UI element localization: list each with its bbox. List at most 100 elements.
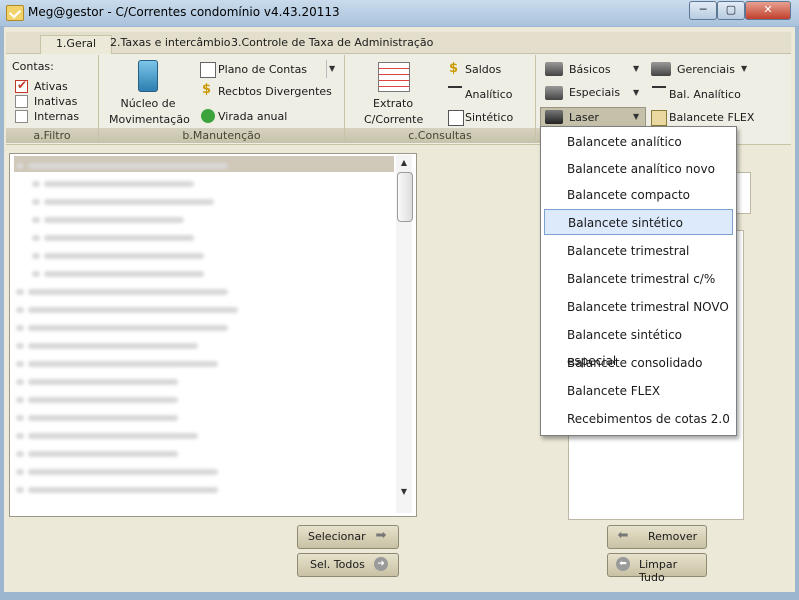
scroll-down-button[interactable]: ▼ <box>397 485 411 499</box>
tree-node-icon[interactable] <box>16 487 24 493</box>
group-label-manutencao: b.Manutenção <box>99 128 344 143</box>
tree-row-blurred-text[interactable] <box>44 199 214 205</box>
menu-item-balancete-trimestral[interactable]: Balancete trimestral <box>544 238 733 264</box>
menu-item-balancete-trimestral-pct[interactable]: Balancete trimestral c/% <box>544 266 733 292</box>
tree-node-icon[interactable] <box>16 451 24 457</box>
menu-item-balancete-sintetico[interactable]: Balancete sintético <box>544 209 733 235</box>
menu-item-balancete-trimestral-novo[interactable]: Balancete trimestral NOVO <box>544 294 733 320</box>
tab-taxas[interactable]: 2.Taxas e intercâmbio <box>106 35 235 53</box>
tree-node-icon[interactable] <box>16 397 24 403</box>
sintetico-button[interactable]: Sintético <box>465 111 513 124</box>
menu-item-balancete-consolidado[interactable]: Balancete consolidado <box>544 350 733 376</box>
plano-dropdown-arrow[interactable]: ▼ <box>329 64 335 73</box>
menu-item-balancete-flex[interactable]: Balancete FLEX <box>544 378 733 404</box>
tree-node-icon[interactable] <box>32 181 40 187</box>
tree-row-blurred-text[interactable] <box>28 163 228 169</box>
arrow-right-icon: ➡ <box>375 528 387 543</box>
gerenciais-dropdown-arrow[interactable]: ▼ <box>741 64 747 73</box>
tree-row-blurred-text[interactable] <box>44 217 184 223</box>
nucleo-line2[interactable]: Movimentação <box>109 113 190 126</box>
tree-row-blurred-text[interactable] <box>44 181 194 187</box>
tree-row-blurred-text[interactable] <box>28 289 228 295</box>
saldos-button[interactable]: Saldos <box>465 63 501 76</box>
menu-item-recebimentos-cotas[interactable]: Recebimentos de cotas 2.0 <box>544 406 733 432</box>
basicos-button[interactable]: Básicos <box>569 63 611 76</box>
tree-row-blurred-text[interactable] <box>44 271 204 277</box>
ativas-checkbox[interactable]: ✔ <box>15 78 28 93</box>
menu-item-balancete-sintetico-especial[interactable]: Balancete sintético especial <box>544 322 733 368</box>
tree-row-blurred-text[interactable] <box>28 415 178 421</box>
tree-node-icon[interactable] <box>16 379 24 385</box>
horizontal-scroll-track[interactable] <box>12 503 396 513</box>
tree-row-blurred-text[interactable] <box>28 433 198 439</box>
internas-checkbox[interactable] <box>15 110 28 123</box>
tree-row-blurred-text[interactable] <box>28 379 178 385</box>
tree-node-icon[interactable] <box>32 199 40 205</box>
remover-button[interactable]: ⬅ Remover <box>607 525 707 549</box>
basicos-dropdown-arrow[interactable]: ▼ <box>633 64 639 73</box>
tree-row-blurred-text[interactable] <box>44 253 204 259</box>
dollar-icon: $ <box>449 61 459 76</box>
inativas-checkbox[interactable] <box>15 95 28 108</box>
tab-geral[interactable]: 1.Geral <box>40 35 112 54</box>
bal-analitico-button[interactable]: Bal. Analítico <box>669 88 741 101</box>
scroll-up-button[interactable]: ▲ <box>397 156 411 170</box>
balancete-flex-button[interactable]: Balancete FLEX <box>669 111 754 124</box>
menu-item-balancete-analitico-novo[interactable]: Balancete analítico novo <box>544 156 733 182</box>
especiais-button[interactable]: Especiais <box>569 86 620 99</box>
especiais-dropdown-arrow[interactable]: ▼ <box>633 88 639 97</box>
list-icon <box>448 86 462 98</box>
tab-controle-taxa[interactable]: 3.Controle de Taxa de Administração <box>227 35 437 53</box>
limpar-tudo-button[interactable]: ⬅ Limpar Tudo <box>607 553 707 584</box>
extrato-line1[interactable]: Extrato <box>373 97 413 110</box>
tree-row-blurred-text[interactable] <box>28 325 228 331</box>
tree-node-icon[interactable] <box>32 271 40 277</box>
tree-node-icon[interactable] <box>16 325 24 331</box>
menu-item-balancete-compacto[interactable]: Balancete compacto <box>544 182 733 208</box>
minimize-button[interactable]: ─ <box>689 1 717 20</box>
tree-node-icon[interactable] <box>16 289 24 295</box>
tree-row-blurred-text[interactable] <box>28 487 218 493</box>
printer-icon <box>651 62 671 76</box>
close-button[interactable]: ✕ <box>745 1 791 20</box>
tree-node-icon[interactable] <box>16 433 24 439</box>
sel-todos-button[interactable]: Sel. Todos ➜ <box>297 553 399 577</box>
scroll-thumb[interactable] <box>397 172 413 222</box>
right-top-box <box>735 172 751 214</box>
statement-icon <box>378 62 410 92</box>
tree-node-icon[interactable] <box>32 235 40 241</box>
virada-button[interactable]: Virada anual <box>218 110 287 123</box>
window-title: Meg@gestor - C/Correntes condomínio v4.4… <box>28 5 340 19</box>
accounts-tree-list[interactable] <box>9 153 417 517</box>
nucleo-line1[interactable]: Núcleo de <box>120 97 176 110</box>
tree-node-icon[interactable] <box>16 307 24 313</box>
menu-item-balancete-analitico[interactable]: Balancete analítico <box>544 129 733 155</box>
tree-row-blurred-text[interactable] <box>28 451 178 457</box>
tree-row-blurred-text[interactable] <box>28 343 198 349</box>
book-icon <box>651 110 667 126</box>
tree-node-icon[interactable] <box>16 361 24 367</box>
maximize-button[interactable]: ▢ <box>717 1 745 20</box>
tree-row-blurred-text[interactable] <box>28 361 218 367</box>
tree-node-icon[interactable] <box>32 217 40 223</box>
tree-row-blurred-text[interactable] <box>28 469 218 475</box>
tree-node-icon[interactable] <box>16 415 24 421</box>
tree-node-icon[interactable] <box>16 163 24 169</box>
tree-node-icon[interactable] <box>16 469 24 475</box>
tree-row-blurred-text[interactable] <box>28 307 238 313</box>
gerenciais-button[interactable]: Gerenciais <box>677 63 735 76</box>
tree-node-icon[interactable] <box>16 343 24 349</box>
dollar-icon: $ <box>202 82 212 97</box>
plano-contas-button[interactable]: Plano de Contas <box>218 63 307 76</box>
laser-dropdown-arrow[interactable]: ▼ <box>633 112 639 121</box>
extrato-line2[interactable]: C/Corrente <box>364 113 423 126</box>
taskbar-strip <box>0 592 799 600</box>
selecionar-label: Selecionar <box>308 530 366 543</box>
laser-label: Laser <box>569 111 599 124</box>
recibos-button[interactable]: Recbtos Divergentes <box>218 85 332 98</box>
analitico-button[interactable]: Analítico <box>465 88 513 101</box>
tree-row-blurred-text[interactable] <box>28 397 178 403</box>
selecionar-button[interactable]: Selecionar ➡ <box>297 525 399 549</box>
tree-row-blurred-text[interactable] <box>44 235 194 241</box>
tree-node-icon[interactable] <box>32 253 40 259</box>
